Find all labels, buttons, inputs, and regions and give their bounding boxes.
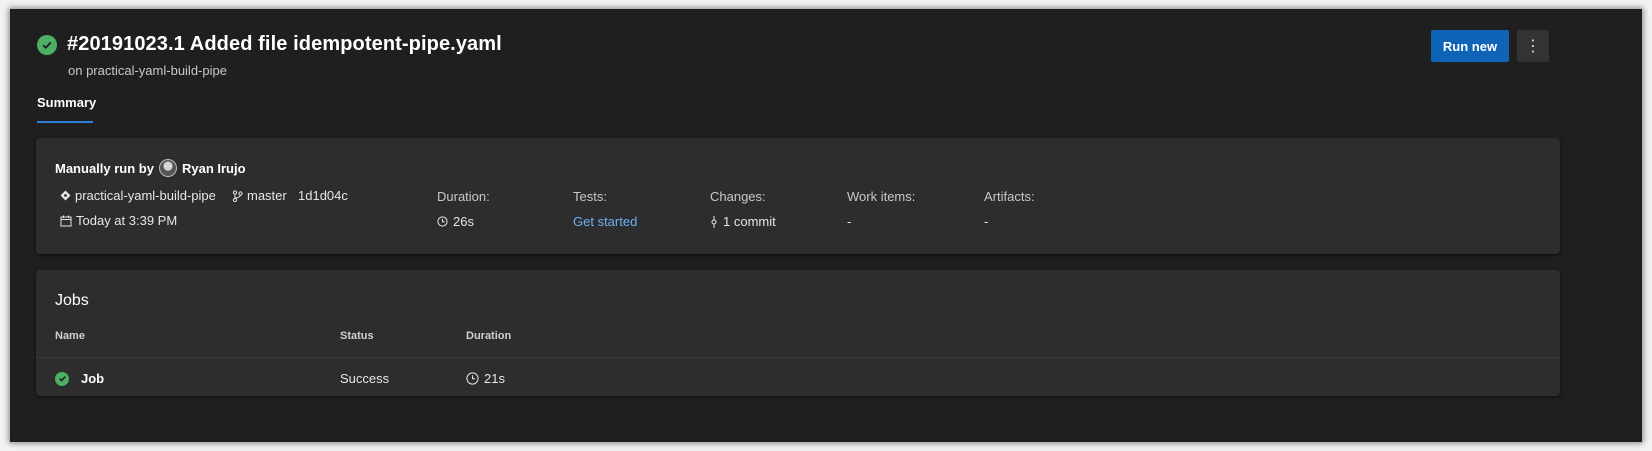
column-header-name: Name xyxy=(55,330,85,342)
clock-icon xyxy=(437,216,448,227)
run-new-button[interactable]: Run new xyxy=(1431,30,1509,62)
column-header-duration: Duration xyxy=(466,330,512,342)
table-row[interactable]: Job xyxy=(55,371,104,386)
tests-get-started-link[interactable]: Get started xyxy=(573,214,637,229)
more-vertical-icon: ⋮ xyxy=(1525,38,1541,55)
work-items-label: Work items: xyxy=(847,189,916,204)
user-name[interactable]: Ryan Irujo xyxy=(182,161,246,176)
jobs-title: Jobs xyxy=(55,292,89,309)
tests-label: Tests: xyxy=(573,189,607,204)
duration-value: 26s xyxy=(437,214,474,229)
job-name: Job xyxy=(81,371,105,386)
artifacts-label: Artifacts: xyxy=(984,189,1035,204)
repo-name: practical-yaml-build-pipe xyxy=(75,188,216,203)
jobs-card: Jobs Name Status Duration Job Success 21… xyxy=(36,270,1560,396)
clock-icon xyxy=(466,372,479,385)
pipeline-run-window: #20191023.1 Added file idempotent-pipe.y… xyxy=(9,8,1643,443)
work-items-value: - xyxy=(847,214,852,229)
success-check-icon xyxy=(37,34,57,55)
page-title: #20191023.1 Added file idempotent-pipe.y… xyxy=(67,33,502,55)
summary-card: Manually run by Ryan Irujo practical-yam… xyxy=(36,138,1560,254)
changes-label: Changes: xyxy=(710,189,766,204)
avatar xyxy=(158,159,177,177)
job-duration: 21s xyxy=(466,371,505,386)
tab-summary[interactable]: Summary xyxy=(37,95,96,110)
run-trigger: Manually run by Ryan Irujo xyxy=(55,159,246,177)
repo-link[interactable]: practical-yaml-build-pipe xyxy=(60,188,216,203)
success-check-icon xyxy=(55,371,69,386)
more-actions-button[interactable]: ⋮ xyxy=(1517,30,1549,62)
job-status: Success xyxy=(340,371,390,386)
repo-icon xyxy=(60,190,71,201)
run-time-text: Today at 3:39 PM xyxy=(76,213,178,228)
manual-run-label: Manually run by xyxy=(55,160,154,176)
branch-name: master xyxy=(247,188,287,203)
branch-icon xyxy=(232,189,243,202)
commit-link[interactable]: 1d1d04c xyxy=(298,188,348,203)
table-divider xyxy=(36,357,1560,358)
changes-link[interactable]: 1 commit xyxy=(710,214,776,229)
job-duration-text: 21s xyxy=(484,371,505,386)
column-header-status: Status xyxy=(340,330,374,342)
branch-link[interactable]: master xyxy=(232,188,287,203)
duration-label: Duration: xyxy=(437,189,490,204)
changes-text: 1 commit xyxy=(723,214,776,229)
active-tab-indicator xyxy=(37,121,93,123)
pipeline-subtitle: on practical-yaml-build-pipe xyxy=(68,63,227,78)
calendar-icon xyxy=(60,215,72,227)
title-row: #20191023.1 Added file idempotent-pipe.y… xyxy=(37,33,502,56)
run-header: #20191023.1 Added file idempotent-pipe.y… xyxy=(37,33,502,56)
commit-icon xyxy=(710,215,718,228)
run-time: Today at 3:39 PM xyxy=(60,213,177,228)
duration-text: 26s xyxy=(453,214,474,229)
artifacts-value: - xyxy=(984,214,989,229)
